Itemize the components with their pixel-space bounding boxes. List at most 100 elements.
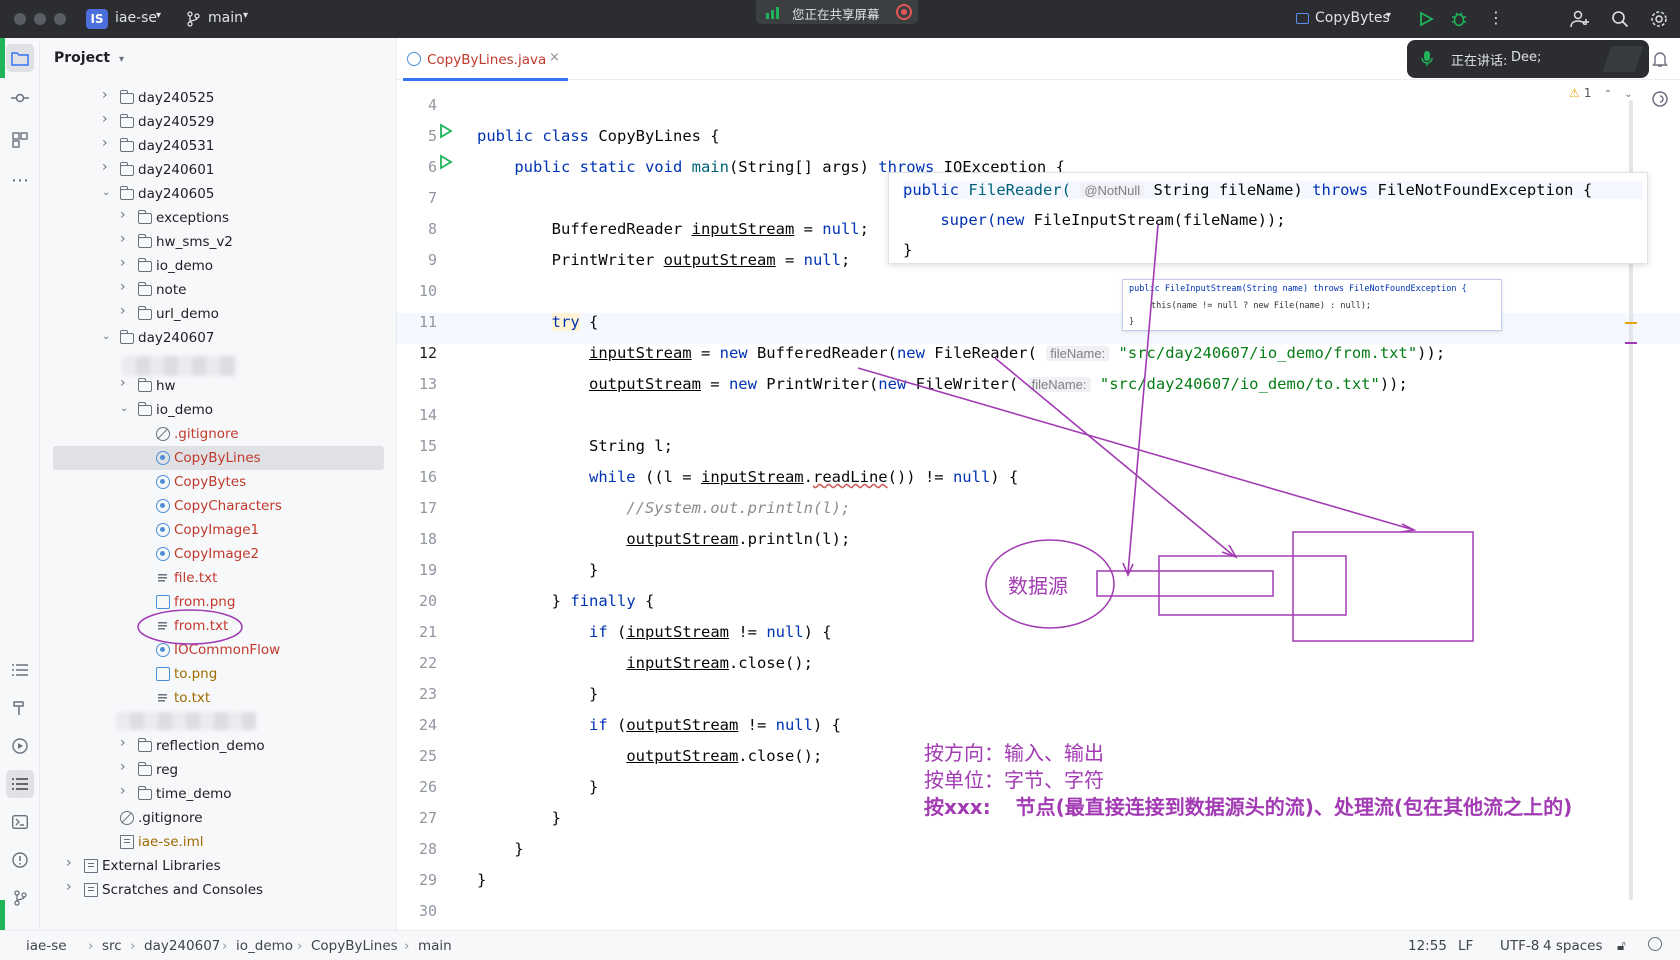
tree-item[interactable]: from.png xyxy=(40,590,397,614)
stop-sharing-button[interactable] xyxy=(896,4,912,20)
chevron-down-icon[interactable]: ⌄ xyxy=(120,403,130,415)
project-selector[interactable]: IS iae-se ▾ xyxy=(86,8,168,30)
breadcrumb-item[interactable]: day240607 xyxy=(144,938,220,954)
close-window-button[interactable] xyxy=(14,13,26,25)
run-gutter-icon[interactable] xyxy=(439,154,453,170)
more-tools-icon[interactable]: ⋯ xyxy=(6,166,34,194)
search-icon[interactable] xyxy=(1611,10,1629,28)
add-user-icon[interactable] xyxy=(1570,10,1590,28)
tree-item[interactable]: CopyImage2 xyxy=(40,542,397,566)
chevron-down-icon: ▾ xyxy=(1386,10,1392,21)
tree-item[interactable]: › reflection_demo xyxy=(40,734,397,758)
tree-item[interactable]: › Scratches and Consoles xyxy=(40,878,397,902)
settings-gear-icon[interactable] xyxy=(1650,10,1668,28)
run-config-selector[interactable]: CopyBytes ▾ xyxy=(1296,8,1400,30)
quick-definition-popup[interactable]: public FileReader( @NotNull String fileN… xyxy=(888,172,1648,264)
tree-item[interactable]: IOCommonFlow xyxy=(40,638,397,662)
tree-item[interactable]: ⌄ io_demo xyxy=(40,398,397,422)
todo-tool-button[interactable] xyxy=(6,656,34,684)
indent-setting[interactable]: 4 spaces xyxy=(1543,938,1603,954)
notifications-bell-icon[interactable] xyxy=(1651,50,1669,68)
chevron-right-icon[interactable]: › xyxy=(66,856,76,870)
minimize-window-button[interactable] xyxy=(34,13,46,25)
unlock-icon[interactable]: 🔓︎ xyxy=(1617,938,1626,954)
chevron-down-icon[interactable]: ⌄ xyxy=(102,331,112,343)
tree-item[interactable]: to.txt xyxy=(40,686,397,710)
close-tab-icon[interactable]: × xyxy=(549,50,560,65)
chevron-right-icon[interactable]: › xyxy=(120,304,130,318)
tree-item[interactable]: .gitignore xyxy=(40,806,397,830)
run-gutter-icon[interactable] xyxy=(439,123,453,139)
chevron-right-icon[interactable]: › xyxy=(120,784,130,798)
chevron-right-icon[interactable]: › xyxy=(120,232,130,246)
breadcrumb-item[interactable]: iae-se xyxy=(26,938,67,954)
tree-item[interactable]: from.txt xyxy=(40,614,397,638)
caret-position[interactable]: 12:55 xyxy=(1408,938,1447,954)
tree-item[interactable]: › External Libraries xyxy=(40,854,397,878)
project-panel-header[interactable]: Project ▾ xyxy=(54,50,124,66)
chevron-right-icon[interactable]: › xyxy=(102,112,112,126)
tree-item[interactable]: › day240529 xyxy=(40,110,397,134)
tree-item[interactable]: CopyBytes xyxy=(40,470,397,494)
tree-item[interactable]: ⌄ day240605 xyxy=(40,182,397,206)
debug-icon[interactable] xyxy=(1450,10,1468,28)
build-tool-button[interactable] xyxy=(6,694,34,722)
chevron-right-icon[interactable]: › xyxy=(120,376,130,390)
tree-item[interactable]: CopyCharacters xyxy=(40,494,397,518)
zoom-window-button[interactable] xyxy=(54,13,66,25)
tree-item[interactable]: .gitignore xyxy=(40,422,397,446)
memory-indicator-icon[interactable] xyxy=(1648,937,1662,951)
tree-item[interactable]: › time_demo xyxy=(40,782,397,806)
file-encoding[interactable]: UTF-8 xyxy=(1500,938,1539,954)
chevron-right-icon[interactable]: › xyxy=(120,208,130,222)
git-tool-button[interactable] xyxy=(6,884,34,912)
run-icon[interactable] xyxy=(1418,11,1434,27)
breadcrumb-item[interactable]: main xyxy=(418,938,452,954)
project-tool-button[interactable] xyxy=(6,44,34,72)
chevron-right-icon[interactable]: › xyxy=(102,160,112,174)
tab-copybylines[interactable]: CopyByLines.java × xyxy=(403,38,568,81)
chevron-right-icon[interactable]: › xyxy=(120,280,130,294)
tree-item[interactable]: › exceptions xyxy=(40,206,397,230)
problems-tool-button[interactable] xyxy=(6,846,34,874)
tree-item[interactable]: file.txt xyxy=(40,566,397,590)
chevron-right-icon[interactable]: › xyxy=(102,136,112,150)
tree-item[interactable]: CopyImage1 xyxy=(40,518,397,542)
tree-item[interactable]: › note xyxy=(40,278,397,302)
tree-item[interactable]: › reg xyxy=(40,758,397,782)
chevron-right-icon[interactable]: › xyxy=(66,880,76,894)
tree-item[interactable]: iae-se.iml xyxy=(40,830,397,854)
chevron-right-icon[interactable]: › xyxy=(102,88,112,102)
tree-item[interactable]: › day240601 xyxy=(40,158,397,182)
tree-item[interactable]: ⌄ day240607 xyxy=(40,326,397,350)
tree-item[interactable]: › day240531 xyxy=(40,134,397,158)
tree-item-label: iae-se.iml xyxy=(138,834,204,850)
chevron-right-icon[interactable]: › xyxy=(120,736,130,750)
tree-item[interactable]: to.png xyxy=(40,662,397,686)
structure-tool-button[interactable] xyxy=(6,126,34,154)
ai-assistant-icon[interactable] xyxy=(1651,90,1669,108)
tree-item[interactable]: › url_demo xyxy=(40,302,397,326)
tree-item[interactable]: › io_demo xyxy=(40,254,397,278)
nested-definition-popup[interactable]: public FileInputStream(String name) thro… xyxy=(1122,279,1502,331)
tree-item[interactable]: › day240525 xyxy=(40,86,397,110)
structure-view-button[interactable] xyxy=(6,770,34,798)
breadcrumb-item[interactable]: src xyxy=(102,938,122,954)
terminal-tool-button[interactable] xyxy=(6,808,34,836)
breadcrumb-item[interactable]: CopyByLines xyxy=(311,938,398,954)
tree-item[interactable]: CopyByLines xyxy=(40,446,397,470)
chevron-down-icon[interactable]: ⌄ xyxy=(102,187,112,199)
tree-item-label: from.txt xyxy=(174,618,229,634)
ignore-file-icon xyxy=(120,811,134,825)
chevron-right-icon[interactable]: › xyxy=(120,256,130,270)
more-vertical-icon[interactable]: ⋮ xyxy=(1488,8,1504,27)
chevron-right-icon[interactable]: › xyxy=(120,760,130,774)
line-number: 26 xyxy=(418,778,437,796)
branch-selector[interactable]: main ▾ xyxy=(186,8,256,30)
line-separator[interactable]: LF xyxy=(1458,938,1473,954)
tree-item[interactable]: › hw xyxy=(40,374,397,398)
services-tool-button[interactable] xyxy=(6,732,34,760)
commit-tool-button[interactable] xyxy=(6,84,34,112)
breadcrumb-item[interactable]: io_demo xyxy=(236,938,293,954)
tree-item[interactable]: › hw_sms_v2 xyxy=(40,230,397,254)
